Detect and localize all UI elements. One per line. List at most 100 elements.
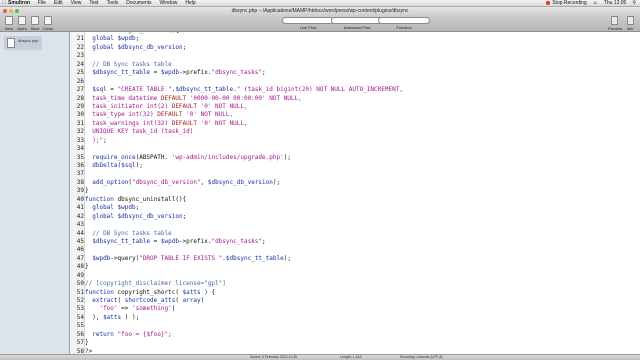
line-number: 47: [76, 254, 84, 262]
code-line[interactable]: 45 $dbsync_tt_table = $wpdb->prefix."dbs…: [70, 238, 640, 246]
wifi-icon[interactable]: ☺: [593, 0, 598, 7]
function-popup[interactable]: [378, 17, 430, 24]
code-line[interactable]: 52 extract( shortcode_atts( array(: [70, 297, 640, 305]
line-number: 31: [76, 119, 84, 127]
stop-recording-button[interactable]: Stop Recording: [546, 0, 587, 7]
minimize-window-icon[interactable]: [9, 9, 13, 13]
code-line[interactable]: 22 global $dbsync_db_version;: [70, 44, 640, 52]
menu-tools[interactable]: Tools: [107, 0, 119, 7]
live-find-input[interactable]: [282, 17, 334, 24]
code-line[interactable]: 50// [copyright_disclaimer license="gpl"…: [70, 280, 640, 288]
code-line[interactable]: 35 require_once(ABSPATH. 'wp-admin/inclu…: [70, 154, 640, 162]
menu-help[interactable]: Help: [185, 0, 195, 7]
line-number: 21: [76, 35, 84, 43]
code-line[interactable]: 53 'foo' => 'something'|: [70, 305, 640, 313]
menu-window[interactable]: Window: [160, 0, 178, 7]
code-line[interactable]: 44 // DB Sync tasks table: [70, 230, 640, 238]
line-number: 45: [76, 237, 84, 245]
code-line[interactable]: 57}: [70, 339, 640, 347]
code-text: global $dbsync_db_version;: [92, 43, 187, 51]
code-line[interactable]: 32 UNIQUE KEY task_id (task_id): [70, 128, 640, 136]
code-line[interactable]: 38 add_option("dbsync_db_version", $dbsy…: [70, 179, 640, 187]
code-line[interactable]: 37: [70, 170, 640, 178]
close-window-icon[interactable]: [3, 9, 7, 13]
menu-view[interactable]: View: [71, 0, 82, 7]
code-line[interactable]: 47 $wpdb->query("DROP TABLE IF EXISTS ".…: [70, 255, 640, 263]
code-line[interactable]: 46: [70, 246, 640, 254]
line-number: 25: [76, 69, 84, 77]
status-bar: Saved: 9 February 2012 11:35 Length: 1,4…: [0, 354, 640, 360]
sidebar-file-label: dbsync.php: [18, 38, 39, 43]
code-line[interactable]: 36 dbDelta($sql);: [70, 162, 640, 170]
menu-edit[interactable]: Edit: [54, 0, 63, 7]
code-text: task_initiator int(2) DEFAULT '0' NOT NU…: [85, 102, 248, 110]
code-line[interactable]: 31 task_warnings int(32) DEFAULT '0' NOT…: [70, 120, 640, 128]
code-text: global $dbsync_db_version;: [92, 212, 187, 220]
code-line[interactable]: 43: [70, 221, 640, 229]
menu-list: Smultron File Edit View Text Tools Docum…: [8, 0, 196, 7]
close-button[interactable]: Close: [42, 16, 54, 31]
spotlight-search-icon[interactable]: ⚲: [632, 0, 636, 7]
code-text: }: [85, 187, 89, 195]
info-label: Info: [626, 26, 634, 31]
sidebar-file-item[interactable]: dbsync.php: [4, 36, 42, 50]
line-number: 32: [76, 128, 84, 136]
save-label: Save: [30, 26, 40, 31]
code-text: require_once(ABSPATH. 'wp-admin/includes…: [92, 153, 291, 161]
code-line[interactable]: 29 task_initiator int(2) DEFAULT '0' NOT…: [70, 103, 640, 111]
line-number: 51: [76, 288, 84, 296]
code-line[interactable]: 21 global $wpdb;: [70, 35, 640, 43]
line-number: 41: [76, 204, 84, 212]
advanced-find-input[interactable]: [331, 17, 383, 24]
code-editor[interactable]: 20function dbsync_install(){21 global $w…: [70, 32, 640, 354]
preview-button[interactable]: Preview: [608, 16, 623, 31]
zoom-window-icon[interactable]: [15, 9, 19, 13]
stop-recording-label: Stop Recording: [552, 0, 587, 6]
code-text: }: [85, 263, 89, 271]
menu-text[interactable]: Text: [89, 0, 98, 7]
menu-file[interactable]: File: [38, 0, 46, 7]
code-text: ), $atts ) );: [85, 313, 140, 321]
line-number: 44: [76, 229, 84, 237]
save-button[interactable]: Save: [29, 16, 41, 31]
code-text: extract( shortcode_atts( array(: [92, 297, 205, 304]
info-button[interactable]: Info: [624, 16, 636, 31]
open-button[interactable]: Open: [16, 16, 28, 31]
apple-menu-icon[interactable]: : [2, 0, 6, 7]
code-line[interactable]: 25 $dbsync_tt_table = $wpdb->prefix."dbs…: [70, 69, 640, 77]
line-number: 33: [76, 136, 84, 144]
code-line[interactable]: 56 return "foo = {$foo}";: [70, 331, 640, 339]
code-line[interactable]: 34: [70, 145, 640, 153]
code-line[interactable]: 39}: [70, 187, 640, 195]
record-icon: [546, 0, 551, 5]
code-line[interactable]: 27 $sql = "CREATE TABLE ".$dbsync_tt_tab…: [70, 86, 640, 94]
code-text: global $wpdb;: [92, 35, 140, 43]
code-line[interactable]: 26: [70, 78, 640, 86]
preview-label: Preview: [608, 26, 623, 31]
code-line[interactable]: 51 function copyright_shortc( $atts ) {: [70, 289, 640, 297]
code-text: task_type int(32) DEFAULT '0' NOT NULL,: [85, 111, 234, 119]
menu-smultron[interactable]: Smultron: [8, 0, 30, 7]
menubar-status: Stop Recording ☺ Thu 12:05 ⚲: [546, 0, 636, 7]
info-icon: [626, 16, 634, 25]
clock[interactable]: Thu 12:05: [604, 0, 627, 7]
code-line[interactable]: 49: [70, 272, 640, 280]
code-line[interactable]: 42 global $dbsync_db_version;: [70, 213, 640, 221]
code-line[interactable]: 54 ), $atts ) );: [70, 314, 640, 322]
code-text: $sql = "CREATE TABLE ".$dbsync_tt_table.…: [92, 86, 403, 94]
length-status: Length: 1,419: [340, 355, 362, 359]
code-line[interactable]: 48}: [70, 263, 640, 271]
code-line[interactable]: 41 global $wpdb;: [70, 204, 640, 212]
code-line[interactable]: 24 // DB Sync tasks table: [70, 61, 640, 69]
code-line[interactable]: 55: [70, 322, 640, 330]
menu-documents[interactable]: Documents: [126, 0, 151, 7]
new-button[interactable]: New: [3, 16, 15, 31]
code-line[interactable]: 28 task_time datetime DEFAULT '0000-00-0…: [70, 95, 640, 103]
line-number: 56: [76, 330, 84, 338]
new-label: New: [4, 26, 13, 31]
code-line[interactable]: 33 );";: [70, 137, 640, 145]
line-number: 43: [76, 221, 84, 229]
code-line[interactable]: 23: [70, 52, 640, 60]
code-line[interactable]: 30 task_type int(32) DEFAULT '0' NOT NUL…: [70, 111, 640, 119]
code-line[interactable]: 40 function dbsync_uninstall(){: [70, 196, 640, 204]
